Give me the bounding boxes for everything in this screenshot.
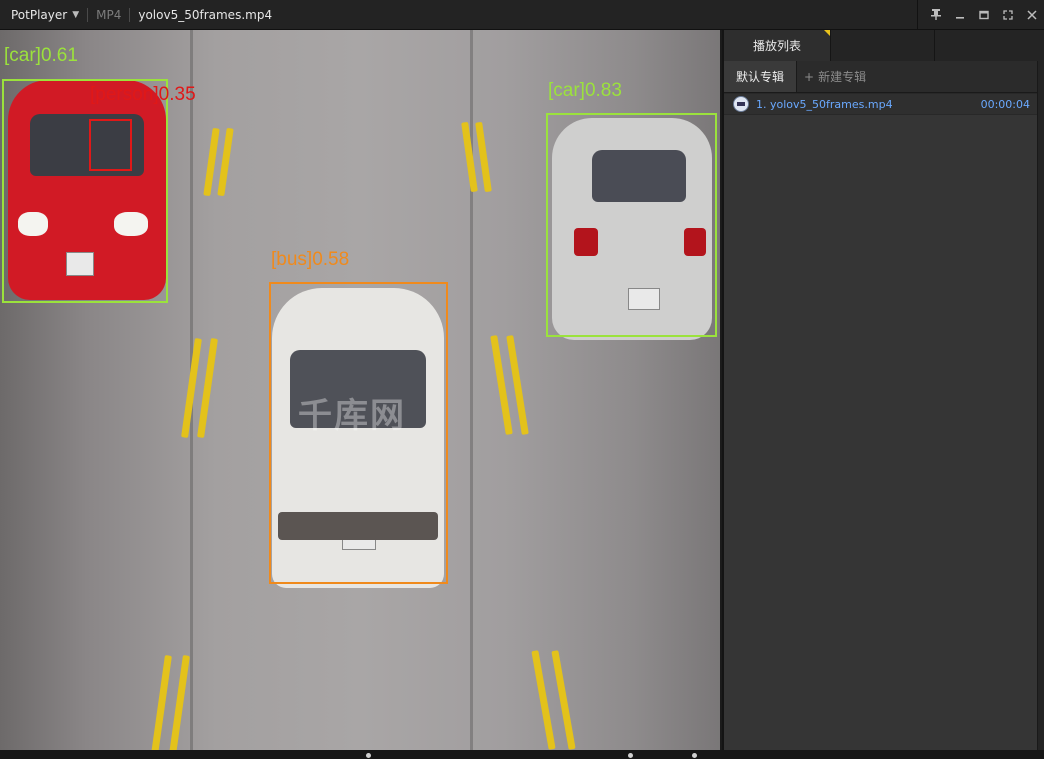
lane-marking [531,650,556,750]
panel-tabs: 播放列表 [724,30,1044,62]
tab-playlist[interactable]: 播放列表 [724,30,831,61]
lane-marking [203,127,220,197]
new-album-label: 新建专辑 [818,70,867,84]
lane-marking [551,650,576,750]
playlist-item-title: 1. yolov5_50frames.mp4 [756,97,893,111]
playlist-panel: 播放列表 默认专辑 + 新建专辑 1. yolov5_50frames.mp4 … [722,30,1044,750]
title-bar: PotPlayer ▼ MP4 yolov5_50frames.mp4 [0,0,1044,30]
lane-marking [475,121,492,193]
video-frame[interactable]: 千库网 [car]0.61 [person]0.35 [bus]0.58 [ca… [0,30,720,750]
album-default-tab[interactable]: 默认专辑 [724,61,797,92]
new-album-button[interactable]: + 新建专辑 [804,61,866,92]
tab-corner-indicator [824,30,830,36]
plus-icon: + [804,69,815,84]
file-title: yolov5_50frames.mp4 [138,7,273,22]
album-tabs: 默认专辑 + 新建专辑 [724,61,1038,93]
detection-label-car: [car]0.83 [548,80,622,101]
maximize-icon[interactable] [972,0,996,29]
pin-icon[interactable] [924,0,948,29]
app-menu-button[interactable]: PotPlayer ▼ [0,8,79,22]
playlist-scrollbar[interactable] [1037,61,1044,750]
lane-marking [217,127,234,197]
video-file-icon [733,96,749,112]
detection-label-person: [person]0.35 [90,84,196,105]
fullscreen-icon[interactable] [996,0,1020,29]
album-default-label: 默认专辑 [735,70,784,84]
title-divider [129,7,131,22]
control-dot[interactable] [692,753,697,758]
tab-playlist-label: 播放列表 [752,39,801,53]
detection-box-person [89,119,132,171]
detection-box-car [2,79,168,303]
close-icon[interactable] [1020,0,1044,29]
playlist-item-duration: 00:00:04 [980,97,1030,111]
detection-box-car [546,113,717,337]
lane-marking [169,654,190,750]
volume-handle[interactable] [628,753,633,758]
detection-label-car: [car]0.61 [4,45,78,66]
detection-box-bus [269,282,448,584]
lane-marking [151,654,172,750]
title-divider [87,7,89,22]
lane-marking [197,337,218,439]
format-label: MP4 [96,7,122,22]
window-controls [917,0,1044,29]
playlist-item[interactable]: 1. yolov5_50frames.mp4 00:00:04 [724,93,1038,115]
app-name: PotPlayer [11,7,68,22]
minimize-icon[interactable] [948,0,972,29]
seek-handle[interactable] [366,753,371,758]
chevron-down-icon: ▼ [72,9,80,20]
lane-marking [461,121,478,193]
seek-bar[interactable] [0,750,1044,759]
detection-label-bus: [bus]0.58 [271,249,350,270]
playlist-list: 1. yolov5_50frames.mp4 00:00:04 [724,93,1038,115]
tab-empty[interactable] [831,30,935,61]
